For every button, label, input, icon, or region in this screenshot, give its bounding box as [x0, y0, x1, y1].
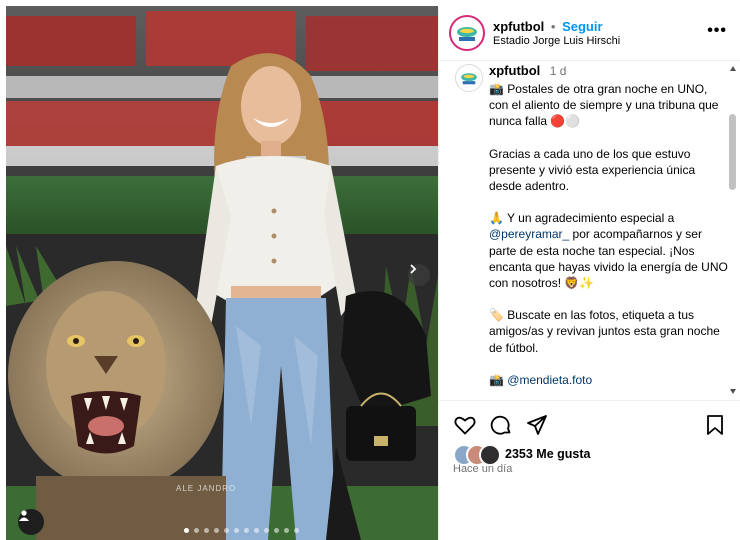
caption-avatar[interactable]: [455, 64, 483, 92]
carousel-dot: [224, 528, 229, 533]
scrollbar-thumb[interactable]: [729, 114, 736, 190]
caption-text: 📸 Postales de otra gran noche en UNO, co…: [489, 81, 729, 399]
caption-paragraph: Gracias a cada uno de los que estuvo pre…: [489, 146, 696, 194]
caption-user-line: xpfutbol 1 d: [489, 63, 566, 78]
post-timestamp[interactable]: Hace un día: [453, 463, 512, 475]
header-username[interactable]: xpfutbol: [493, 19, 544, 34]
post-header: xpfutbol • Seguir Estadio Jorge Luis Hir…: [439, 6, 740, 61]
photographer-watermark: ALE JANDRO: [176, 484, 237, 493]
carousel-indicator: [184, 528, 299, 533]
carousel-dot: [274, 528, 279, 533]
carousel-dot: [254, 528, 259, 533]
bookmark-icon[interactable]: [703, 413, 727, 437]
photo-illustration: [6, 6, 438, 540]
carousel-dot: [244, 528, 249, 533]
follow-button[interactable]: Seguir: [562, 19, 602, 34]
user-tag-icon: [19, 510, 29, 521]
mention-link[interactable]: @mendieta.foto: [507, 373, 592, 387]
carousel-dot: [264, 528, 269, 533]
carousel-dot: [284, 528, 289, 533]
caption-scroll-area[interactable]: xpfutbol 1 d 📸 Postales de otra gran noc…: [439, 61, 740, 399]
caption-username[interactable]: xpfutbol: [489, 63, 540, 78]
more-options-icon: •••: [707, 22, 727, 39]
xpfutbol-logo-icon: [461, 73, 477, 85]
account-avatar[interactable]: [449, 15, 485, 51]
instagram-post-viewer: ALE JANDRO xpfutbol • Seguir Estadio Jor…: [0, 0, 740, 540]
caption-paragraph: 📸 Postales de otra gran noche en UNO, co…: [489, 82, 719, 129]
share-icon[interactable]: [525, 413, 549, 437]
carousel-dot: [204, 528, 209, 533]
caption-paragraph: 🙏 Y un agradecimiento especial a @pereyr…: [489, 210, 729, 291]
carousel-dot: [234, 528, 239, 533]
caption-text-span: 📸: [489, 372, 508, 387]
scroll-down-arrow[interactable]: [730, 389, 736, 394]
post-location[interactable]: Estadio Jorge Luis Hirschi: [493, 35, 620, 47]
chevron-right-icon: [410, 264, 417, 274]
caption-text-span: 🙏 Y un agradecimiento especial a: [489, 211, 675, 226]
carousel-dot: [294, 528, 299, 533]
like-count[interactable]: 2353 Me gusta: [505, 447, 590, 461]
carousel-dot: [184, 528, 189, 533]
more-options-button[interactable]: •••: [707, 22, 727, 40]
lion-statue: [8, 261, 226, 540]
next-photo-button[interactable]: [408, 264, 430, 286]
separator-dot: •: [550, 19, 556, 34]
carousel-dot: [214, 528, 219, 533]
scroll-up-arrow[interactable]: [730, 66, 736, 71]
post-side-panel: xpfutbol • Seguir Estadio Jorge Luis Hir…: [438, 6, 740, 540]
mention-link[interactable]: @pereyramar_: [489, 227, 569, 241]
header-user-line: xpfutbol • Seguir: [493, 19, 603, 34]
xpfutbol-logo-icon: [457, 27, 477, 41]
heart-icon[interactable]: [453, 413, 477, 437]
tagged-users-button[interactable]: [18, 509, 44, 535]
comment-icon[interactable]: [489, 413, 513, 437]
carousel-dot: [194, 528, 199, 533]
caption-paragraph: 📸 @mendieta.foto: [489, 372, 729, 388]
post-photo[interactable]: ALE JANDRO: [6, 6, 438, 540]
caption-paragraph: 🏷️ Buscate en las fotos, etiqueta a tus …: [489, 308, 720, 355]
post-actions-bar: [439, 400, 740, 447]
post-age[interactable]: 1 d: [550, 64, 567, 78]
